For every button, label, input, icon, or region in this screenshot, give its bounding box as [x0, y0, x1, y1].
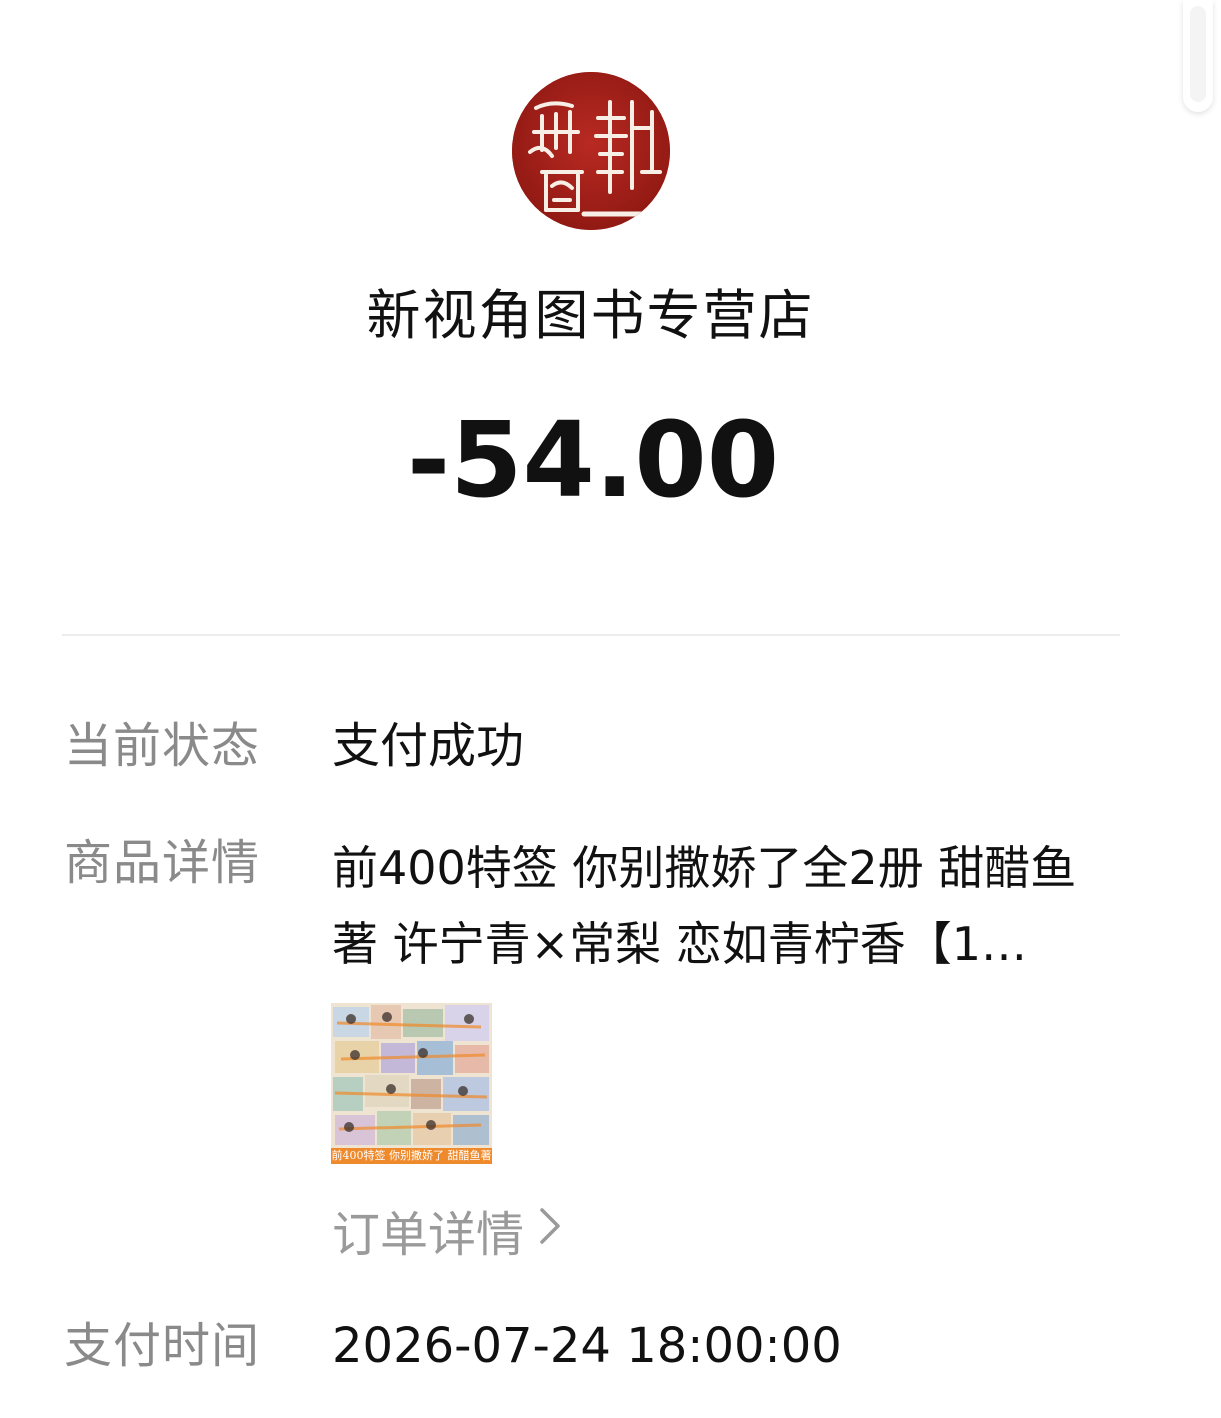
merchant-logo [512, 72, 670, 230]
status-label: 当前状态 [64, 718, 261, 774]
payment-amount: -54.00 [406, 399, 780, 521]
pay-time-label: 支付时间 [64, 1318, 261, 1374]
divider [62, 634, 1120, 636]
product-thumbnail[interactable]: 前400特签 你别撒娇了 甜醋鱼著 [331, 1003, 492, 1164]
order-details-label: 订单详情 [332, 1207, 525, 1263]
status-value: 支付成功 [332, 718, 525, 774]
product-title[interactable]: 前400特签 你别撒娇了全2册 甜醋鱼著 许宁青×常梨 恋如青柠香【1… [332, 830, 1122, 982]
order-details-link[interactable]: 订单详情 [332, 1198, 562, 1263]
chevron-right-icon [538, 1202, 562, 1258]
product-label: 商品详情 [64, 835, 261, 891]
scrollbar[interactable] [1183, 0, 1213, 112]
merchant-name: 新视角图书专营店 [366, 284, 815, 347]
scrollbar-thumb[interactable] [1190, 6, 1206, 102]
pay-time-value: 2026-07-24 18:00:00 [332, 1318, 842, 1374]
thumbnail-caption: 前400特签 你别撒娇了 甜醋鱼著 [331, 1148, 492, 1164]
